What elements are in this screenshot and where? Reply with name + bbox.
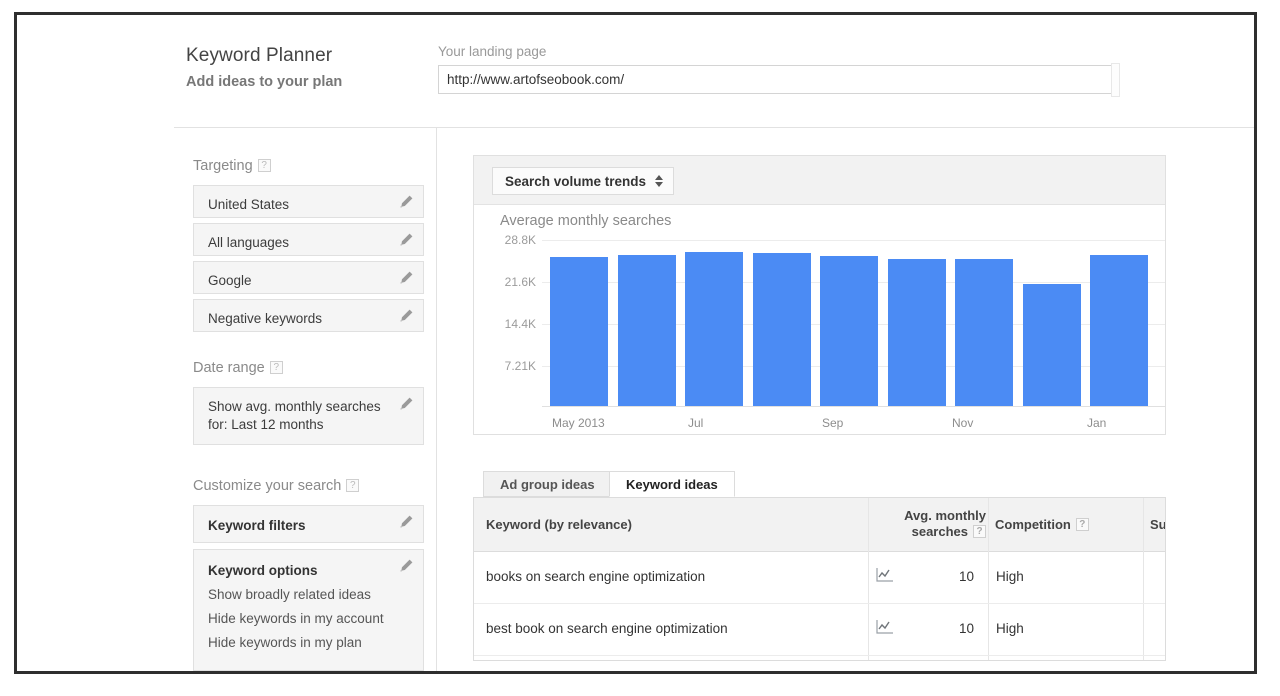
bar[interactable] [1090, 255, 1148, 407]
x-axis-tick-label: Sep [822, 416, 844, 430]
cell-avg-monthly-searches: 10 [958, 569, 974, 584]
landing-page-input[interactable] [438, 65, 1114, 94]
keyword-planner-page: Keyword Planner Add ideas to your plan Y… [17, 15, 1254, 671]
landing-page-scrollbar[interactable] [1111, 63, 1120, 97]
section-label: Targeting [193, 158, 253, 174]
help-icon[interactable]: ? [1075, 518, 1089, 531]
search-volume-chart-panel: Search volume trends Average monthly sea… [473, 155, 1166, 435]
bar[interactable] [550, 257, 608, 407]
column-header-competition[interactable]: Competition? [995, 517, 1089, 532]
sidebar-item-location[interactable]: United States [193, 185, 424, 218]
page-subtitle: Add ideas to your plan [186, 74, 343, 90]
bar[interactable] [685, 252, 743, 407]
section-label: Customize your search [193, 478, 342, 494]
x-axis-tick-label: Nov [952, 416, 974, 430]
tab-keyword-ideas[interactable]: Keyword ideas [609, 471, 735, 497]
pencil-icon[interactable] [398, 270, 414, 286]
pencil-icon[interactable] [398, 558, 414, 574]
keyword-option-item[interactable]: Show broadly related ideas [208, 587, 371, 602]
help-icon[interactable]: ? [346, 479, 360, 492]
sidebar-item-keyword-filters[interactable]: Keyword filters [193, 505, 424, 543]
page-title: Keyword Planner [186, 45, 333, 66]
column-header-avg-monthly-searches[interactable]: Avg. monthly searches? [880, 508, 986, 540]
sidebar-item-label: Show avg. monthly searches for: Last 12 … [208, 399, 381, 432]
x-axis-tick-label: May 2013 [552, 416, 605, 430]
cell-competition: High [996, 569, 1024, 584]
bar[interactable] [617, 255, 676, 407]
tab-label: Keyword ideas [626, 476, 718, 492]
cell-competition: High [996, 621, 1024, 636]
landing-page-label: Your landing page [438, 44, 547, 59]
chart-plot-area: 28.8K 21.6K 14.4K 7.21K May 2013 Jul Sep… [474, 233, 1165, 434]
sidebar-item-date-range[interactable]: Show avg. monthly searches for: Last 12 … [193, 387, 424, 445]
main-content: Search volume trends Average monthly sea… [437, 128, 1254, 671]
keyword-option-item[interactable]: Hide keywords in my account [208, 611, 384, 626]
sidebar-item-label: Keyword filters [208, 518, 306, 533]
section-heading-targeting: Targeting? [193, 158, 271, 174]
x-axis-line [542, 406, 1165, 407]
bar[interactable] [752, 253, 811, 407]
sidebar-item-label: Negative keywords [208, 311, 323, 326]
chart-toolbar: Search volume trends [474, 156, 1165, 205]
chart-view-dropdown-label: Search volume trends [505, 173, 647, 189]
column-header-suggested-bid[interactable]: Su [1150, 517, 1165, 532]
pencil-icon[interactable] [398, 194, 414, 210]
cell-keyword: books on search engine optimization [486, 569, 706, 584]
sidebar-item-negative-keywords[interactable]: Negative keywords [193, 299, 424, 332]
section-heading-customize-search: Customize your search? [193, 478, 360, 494]
column-header-keyword[interactable]: Keyword (by relevance) [486, 517, 632, 532]
bar[interactable] [955, 259, 1013, 407]
browser-frame: Keyword Planner Add ideas to your plan Y… [14, 12, 1257, 674]
table-row[interactable]: books on search engine optimization 10 H… [474, 552, 1165, 604]
bar[interactable] [887, 259, 946, 407]
chart-view-dropdown[interactable]: Search volume trends [492, 167, 675, 195]
pencil-icon[interactable] [398, 514, 414, 530]
sidebar-item-label: All languages [208, 235, 290, 250]
sidebar-item-keyword-options[interactable]: Keyword options Show broadly related ide… [193, 549, 424, 671]
help-icon[interactable]: ? [269, 361, 283, 374]
sidebar-item-language[interactable]: All languages [193, 223, 424, 256]
sidebar-item-label: Google [208, 273, 252, 288]
tab-label: Ad group ideas [500, 476, 595, 492]
keyword-ideas-table: Keyword (by relevance) Avg. monthly sear… [473, 497, 1166, 661]
column-header-label: Competition [995, 517, 1071, 532]
sidebar-item-label: United States [208, 197, 290, 212]
help-icon[interactable]: ? [973, 525, 986, 538]
table-header-row: Keyword (by relevance) Avg. monthly sear… [474, 498, 1165, 552]
bar[interactable] [1022, 284, 1081, 407]
sparkline-icon[interactable] [876, 567, 894, 583]
table-row[interactable]: best book on search engine optimization … [474, 604, 1165, 656]
ideas-tabs: Ad group ideas Keyword ideas [473, 471, 1166, 497]
page-header: Keyword Planner Add ideas to your plan Y… [17, 15, 1254, 128]
section-heading-date-range: Date range? [193, 360, 283, 376]
chart-title: Average monthly searches [500, 213, 672, 229]
x-axis-tick-label: Jul [688, 416, 704, 430]
cell-keyword: best book on search engine optimization [486, 621, 728, 636]
tab-ad-group-ideas[interactable]: Ad group ideas [483, 471, 612, 497]
y-axis-tick-label: 7.21K [504, 359, 536, 373]
pencil-icon[interactable] [398, 232, 414, 248]
x-axis-tick-label: Jan [1087, 416, 1107, 430]
cell-avg-monthly-searches: 10 [958, 621, 974, 636]
sidebar-item-network[interactable]: Google [193, 261, 424, 294]
sidebar: Targeting? United States All languages G… [17, 128, 437, 671]
sparkline-icon[interactable] [876, 619, 894, 635]
pencil-icon[interactable] [398, 308, 414, 324]
sort-updown-icon [655, 175, 664, 187]
bar-series [542, 239, 1165, 407]
bar[interactable] [820, 256, 878, 407]
y-axis-tick-label: 14.4K [504, 317, 536, 331]
keyword-option-item[interactable]: Hide keywords in my plan [208, 635, 362, 650]
sidebar-item-label: Keyword options [208, 563, 318, 578]
section-label: Date range [193, 360, 265, 376]
help-icon[interactable]: ? [257, 159, 271, 172]
y-axis-tick-label: 28.8K [504, 233, 536, 247]
y-axis-tick-label: 21.6K [504, 275, 536, 289]
pencil-icon[interactable] [398, 396, 414, 412]
